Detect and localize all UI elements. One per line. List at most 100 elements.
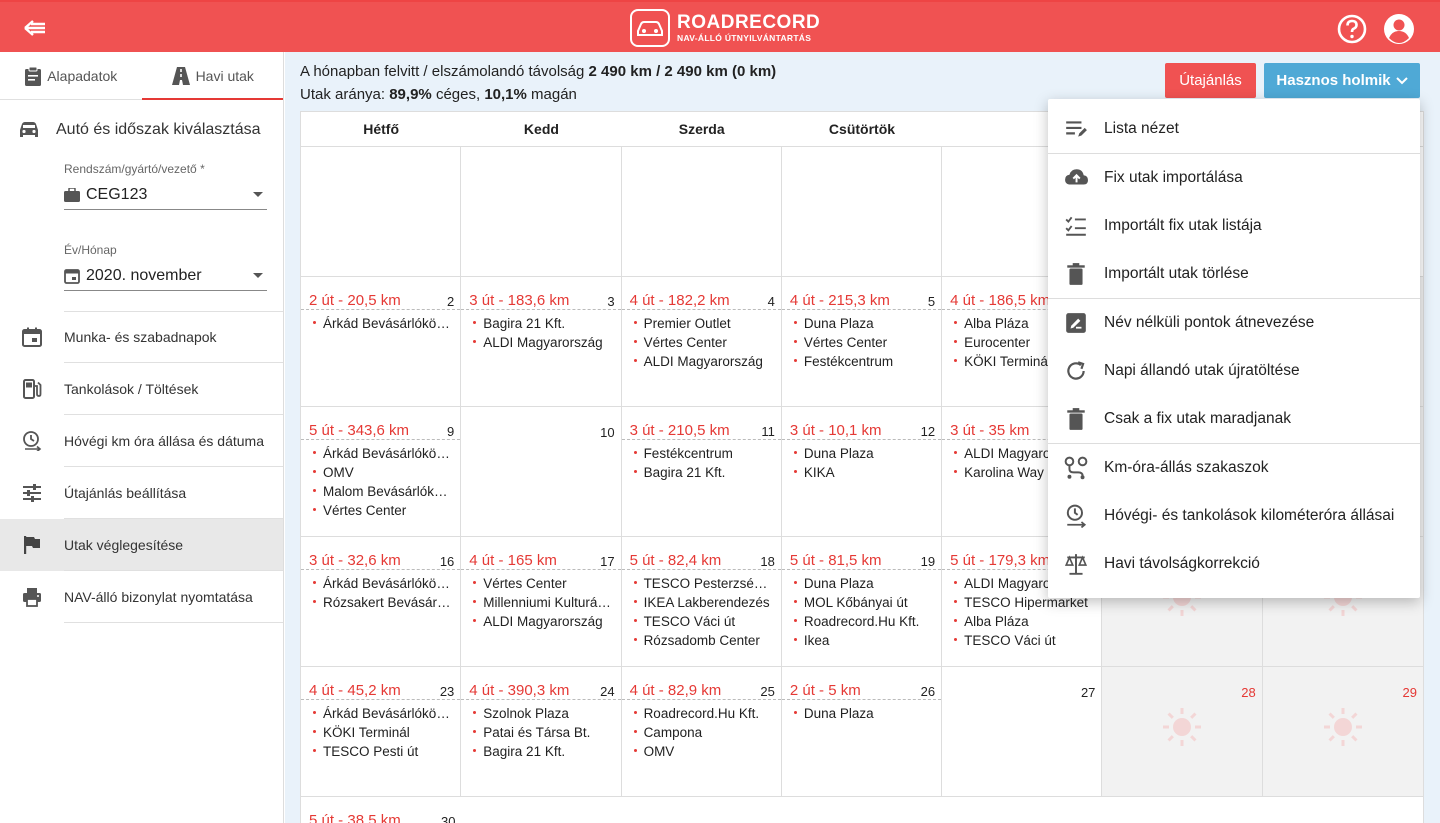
place-item[interactable]: TESCO Váci út — [633, 612, 772, 631]
hasznos-holmik-button[interactable]: Hasznos holmik — [1264, 63, 1420, 98]
place-item[interactable]: ALDI Magyarország — [633, 352, 772, 371]
day-trip-summary[interactable]: 4 út - 82,9 km — [630, 682, 722, 699]
menu-item[interactable]: Km-óra-állás szakaszok — [1048, 444, 1420, 492]
calendar-day-cell[interactable]: 4 út - 390,3 km 24 Szolnok Plaza Patai és T… — [461, 667, 622, 796]
place-item[interactable]: TESCO Pesti út — [313, 742, 451, 761]
menu-item[interactable]: Lista nézet — [1048, 105, 1420, 153]
day-trip-summary[interactable]: 4 út - 215,3 km — [790, 292, 890, 309]
utajanlas-button[interactable]: Útajánlás — [1165, 63, 1256, 98]
place-item[interactable]: Premier Outlet — [633, 314, 772, 333]
place-item[interactable]: Árkád Bevásárlóközpont — [313, 444, 451, 463]
place-item[interactable]: Vértes Center — [313, 501, 451, 520]
place-item[interactable]: MOL Kőbányai út — [793, 593, 932, 612]
menu-item[interactable]: Fix utak importálása — [1048, 154, 1420, 202]
place-item[interactable]: IKEA Lakberendezés — [633, 593, 772, 612]
place-item[interactable]: Ikea — [793, 631, 932, 650]
day-trip-summary[interactable]: 3 út - 183,6 km — [469, 292, 569, 309]
day-trip-summary[interactable]: 4 út - 390,3 km — [469, 682, 569, 699]
place-item[interactable]: Duna Plaza — [793, 574, 932, 593]
place-item[interactable]: Rózsadomb Center — [633, 631, 772, 650]
day-trip-summary[interactable]: 5 út - 343,6 km — [309, 422, 409, 439]
sidebar-item-tankolasok[interactable]: Tankolások / Töltések — [0, 363, 283, 415]
calendar-day-cell[interactable]: 5 út - 38,5 km 30 — [301, 797, 462, 823]
menu-item[interactable]: Importált fix utak listája — [1048, 202, 1420, 250]
place-item[interactable]: Campona — [633, 723, 772, 742]
calendar-day-cell[interactable]: 5 út - 343,6 km9Árkád BevásárlóközpontOM… — [301, 407, 462, 536]
app-logo[interactable]: ROADRECORD NAV-ÁLLÓ ÚTNYILVÁNTARTÁS — [630, 9, 820, 47]
calendar-day-cell[interactable]: 10 — [461, 407, 622, 536]
menu-item[interactable]: Csak a fix utak maradjanak — [1048, 395, 1420, 443]
place-item[interactable]: Duna Plaza — [793, 704, 932, 723]
day-trip-summary[interactable]: 3 út - 10,1 km — [790, 422, 882, 439]
sidebar-item-nav-allo-bizonylat[interactable]: NAV-álló bizonylat nyomtatása — [0, 571, 283, 623]
calendar-day-cell[interactable]: 3 út - 10,1 km 12 Duna Plaza KIKA — [781, 407, 943, 536]
sidebar-item-utajanlas-beallitasa[interactable]: Útajánlás beállítása — [0, 467, 283, 519]
calendar-day-cell[interactable]: 28 — [1102, 667, 1263, 796]
place-item[interactable]: ALDI Magyarország — [473, 612, 611, 631]
help-icon[interactable] — [1336, 13, 1368, 45]
calendar-day-cell[interactable] — [461, 147, 622, 276]
place-item[interactable]: Duna Plaza — [793, 444, 932, 463]
back-arrow-icon[interactable] — [22, 16, 48, 40]
vehicle-select[interactable]: Rendszám/gyártó/vezető * CEG123 — [64, 162, 267, 210]
place-item[interactable]: Bagira 21 Kft. — [473, 314, 611, 333]
day-trip-summary[interactable]: 4 út - 186,5 km — [950, 292, 1050, 309]
place-item[interactable]: Festékcentrum — [793, 352, 932, 371]
place-item[interactable]: Szolnok Plaza — [473, 704, 611, 723]
calendar-day-cell[interactable]: 2 út - 20,5 km 2 Árkád Bevásárlóközpont — [301, 277, 462, 406]
place-item[interactable]: Roadrecord.Hu Kft. — [633, 704, 772, 723]
day-trip-summary[interactable]: 4 út - 165 km — [469, 552, 557, 569]
calendar-day-cell[interactable] — [301, 147, 462, 276]
calendar-day-cell[interactable]: 2 út - 5 km 26 Duna Plaza — [781, 667, 943, 796]
menu-item[interactable]: Hóvégi- és tankolások kilométeróra állás… — [1048, 492, 1420, 540]
calendar-day-cell[interactable]: 5 út - 81,5 km 19 Duna Plaza MOL Kőbányai ú… — [781, 537, 943, 666]
tab-alapadatok[interactable]: Alapadatok — [0, 52, 142, 99]
place-item[interactable]: Millenniumi Kulturális Központ — [473, 593, 611, 612]
place-item[interactable]: Árkád Bevásárlóközpont — [313, 704, 451, 723]
place-item[interactable]: KIKA — [793, 463, 932, 482]
sidebar-item-hovegi-km[interactable]: Hóvégi km óra állása és dátuma — [0, 415, 283, 467]
day-trip-summary[interactable]: 5 út - 82,4 km — [630, 552, 722, 569]
menu-item[interactable]: Importált utak törlése — [1048, 250, 1420, 298]
menu-item[interactable]: Havi távolságkorrekció — [1048, 540, 1420, 588]
calendar-day-cell[interactable]: 4 út - 82,9 km 25 Roadrecord.Hu Kft. Campon… — [621, 667, 782, 796]
sidebar-item-munka-szabadnapok[interactable]: Munka- és szabadnapok — [0, 311, 283, 363]
menu-item[interactable]: Név nélküli pontok átnevezése — [1048, 299, 1420, 347]
calendar-day-cell[interactable]: 3 út - 183,6 km 3 Bagira 21 Kft. ALDI Magya… — [461, 277, 622, 406]
calendar-day-cell[interactable] — [622, 147, 782, 276]
calendar-day-cell[interactable]: 3 út - 210,5 km 11 Festékcentrum Bagira 21 … — [621, 407, 782, 536]
place-item[interactable]: Patai és Társa Bt. — [473, 723, 611, 742]
place-item[interactable]: Malom Bevásárlóközpont — [313, 482, 451, 501]
calendar-day-cell[interactable]: 4 út - 182,2 km 4 Premier Outlet Vértes Cen… — [621, 277, 782, 406]
place-item[interactable]: Vértes Center — [633, 333, 772, 352]
place-item[interactable]: ALDI Magyarország — [473, 333, 611, 352]
place-item[interactable]: Bagira 21 Kft. — [473, 742, 611, 761]
place-item[interactable]: OMV — [633, 742, 772, 761]
place-item[interactable]: Vértes Center — [793, 333, 932, 352]
place-item[interactable]: KÖKI Terminál — [313, 723, 451, 742]
day-trip-summary[interactable]: 3 út - 210,5 km — [630, 422, 730, 439]
day-trip-summary[interactable]: 3 út - 35 km — [950, 422, 1029, 439]
account-icon[interactable] — [1383, 13, 1415, 45]
calendar-day-cell[interactable] — [782, 147, 943, 276]
place-item[interactable]: OMV — [313, 463, 451, 482]
day-trip-summary[interactable]: 5 út - 179,3 km — [950, 552, 1050, 569]
day-trip-summary[interactable]: 5 út - 38,5 km — [309, 812, 401, 823]
menu-item[interactable]: Napi állandó utak újratöltése — [1048, 347, 1420, 395]
day-trip-summary[interactable]: 2 út - 5 km — [790, 682, 861, 699]
calendar-day-cell[interactable]: 4 út - 45,2 km23Árkád BevásárlóközpontKÖ… — [301, 667, 462, 796]
day-trip-summary[interactable]: 5 út - 81,5 km — [790, 552, 882, 569]
place-item[interactable]: Roadrecord.Hu Kft. — [793, 612, 932, 631]
place-item[interactable]: Árkád Bevásárlóközpont — [313, 574, 451, 593]
day-trip-summary[interactable]: 4 út - 182,2 km — [630, 292, 730, 309]
day-trip-summary[interactable]: 2 út - 20,5 km — [309, 292, 401, 309]
place-item[interactable]: Alba Pláza — [954, 612, 1092, 631]
calendar-day-cell[interactable]: 4 út - 165 km 17 Vértes Center Millenniumi … — [461, 537, 622, 666]
calendar-day-cell[interactable]: 27 — [942, 667, 1103, 796]
calendar-day-cell[interactable]: 3 út - 32,6 km16Árkád BevásárlóközpontRó… — [301, 537, 462, 666]
place-item[interactable]: Bagira 21 Kft. — [633, 463, 772, 482]
calendar-day-cell[interactable]: 4 út - 215,3 km 5 Duna Plaza Vértes Center F… — [781, 277, 943, 406]
calendar-day-cell[interactable]: 5 út - 82,4 km 18 TESCO Pesterzsébet IKEA L… — [621, 537, 782, 666]
place-item[interactable]: Vértes Center — [473, 574, 611, 593]
place-item[interactable]: Árkád Bevásárlóközpont — [313, 314, 451, 333]
